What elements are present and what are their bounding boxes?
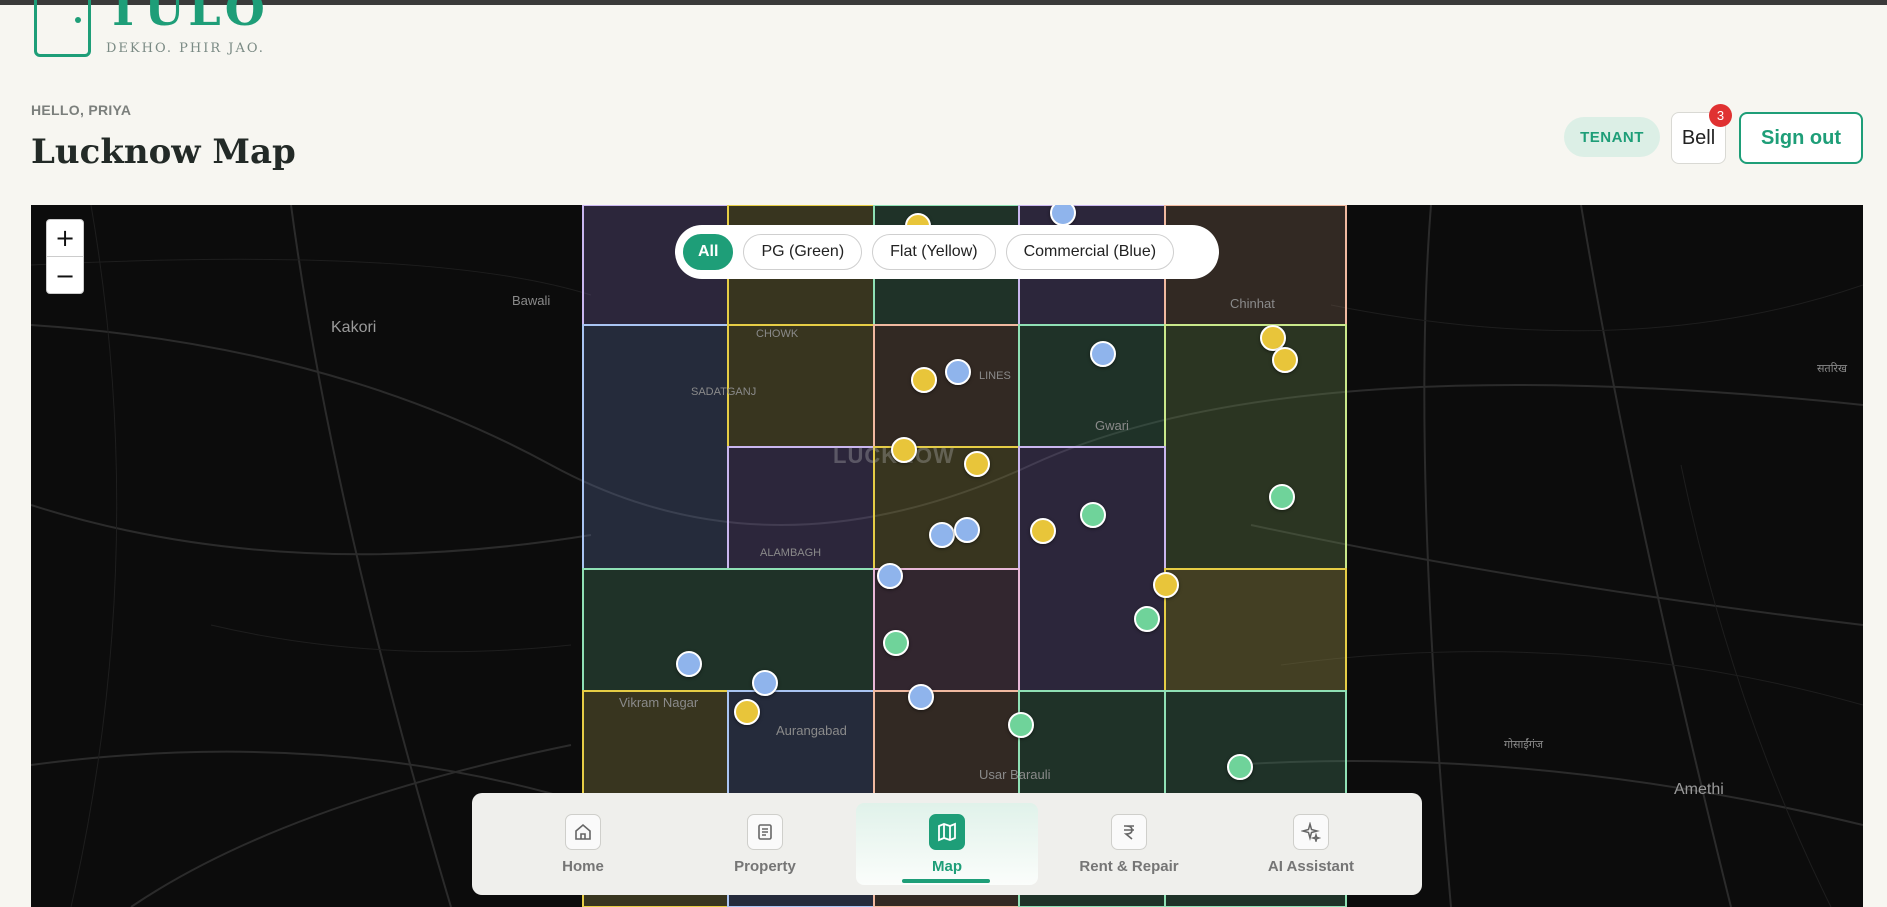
map-label-satrikh: सतरिख — [1817, 363, 1848, 375]
zoom-control: + − — [46, 219, 84, 294]
property-type-filter: All PG (Green) Flat (Yellow) Commercial … — [675, 225, 1219, 279]
map-label-aurangabad: Aurangabad — [776, 723, 847, 738]
top-edge-bar — [0, 0, 1887, 5]
map-marker-pg[interactable] — [1269, 484, 1295, 510]
nav-item-map[interactable]: Map — [856, 803, 1038, 885]
map-label-sadatganj: SADATGANJ — [691, 386, 757, 398]
map-marker-commercial[interactable] — [908, 684, 934, 710]
active-tab-indicator — [902, 879, 990, 883]
nav-item-ai-assistant[interactable]: AI Assistant — [1220, 803, 1402, 885]
filter-flat-chip[interactable]: Flat (Yellow) — [872, 234, 996, 270]
document-icon — [747, 813, 783, 850]
map-label-chowk: CHOWK — [756, 328, 799, 340]
nav-item-home[interactable]: Home — [492, 803, 674, 885]
map-marker-flat[interactable] — [734, 699, 760, 725]
map-marker-commercial[interactable] — [929, 522, 955, 548]
nav-label: AI Assistant — [1267, 857, 1355, 875]
map-label-vikram-nagar: Vikram Nagar — [619, 695, 699, 710]
map-label-usar-barauli: Usar Barauli — [979, 767, 1051, 782]
map-marker-flat[interactable] — [1272, 347, 1298, 373]
notification-count-badge: 3 — [1709, 104, 1732, 127]
bottom-navigation: Home Property Map Rent & Repair AI Assis… — [472, 793, 1422, 895]
sign-out-button[interactable]: Sign out — [1739, 112, 1863, 164]
brand-tagline: DEKHO. PHIR JAO. — [106, 41, 265, 56]
map-icon — [929, 813, 965, 850]
rupee-icon — [1111, 813, 1147, 850]
nav-label: Rent & Repair — [1079, 857, 1179, 875]
nav-item-rent-repair[interactable]: Rent & Repair — [1038, 803, 1220, 885]
map-marker-flat[interactable] — [891, 437, 917, 463]
map-label-lines: LINES — [979, 370, 1011, 382]
home-icon — [565, 813, 601, 850]
map-marker-flat[interactable] — [1153, 572, 1179, 598]
zoom-out-button[interactable]: − — [47, 257, 83, 294]
map-marker-commercial[interactable] — [1090, 341, 1116, 367]
map-marker-commercial[interactable] — [676, 651, 702, 677]
map-marker-pg[interactable] — [1008, 712, 1034, 738]
map-marker-pg[interactable] — [1080, 502, 1106, 528]
zoom-in-button[interactable]: + — [47, 220, 83, 257]
brand-name: TULO — [106, 0, 269, 36]
map-label-gwari: Gwari — [1095, 418, 1129, 433]
map-label-alambagh: ALAMBAGH — [760, 547, 822, 559]
map-label-chinhat: Chinhat — [1230, 296, 1275, 311]
map-marker-commercial[interactable] — [752, 670, 778, 696]
nav-label: Property — [734, 857, 796, 875]
nav-label: Map — [932, 857, 962, 875]
filter-all-chip[interactable]: All — [683, 234, 734, 270]
map-marker-pg[interactable] — [1227, 754, 1253, 780]
map-marker-commercial[interactable] — [877, 563, 903, 589]
filter-commercial-chip[interactable]: Commercial (Blue) — [1005, 234, 1175, 270]
greeting: HELLO, PRIYA — [31, 102, 132, 118]
map-marker-flat[interactable] — [911, 367, 937, 393]
map-marker-pg[interactable] — [883, 630, 909, 656]
page-title: Lucknow Map — [31, 132, 296, 172]
role-badge: TENANT — [1564, 117, 1660, 157]
map-marker-pg[interactable] — [1134, 606, 1160, 632]
map-label-gosainganj: गोसाईंगंज — [1504, 739, 1544, 751]
map-marker-commercial[interactable] — [945, 359, 971, 385]
logo-mark — [34, 0, 91, 57]
map-label-bawali: Bawali — [512, 293, 551, 308]
map-marker-flat[interactable] — [1030, 518, 1056, 544]
map-label-amethi: Amethi — [1674, 781, 1724, 798]
map-label-kakori: Kakori — [331, 319, 377, 336]
filter-pg-chip[interactable]: PG (Green) — [743, 234, 863, 270]
map-marker-commercial[interactable] — [954, 517, 980, 543]
sparkle-icon — [1293, 813, 1329, 850]
nav-item-property[interactable]: Property — [674, 803, 856, 885]
nav-label: Home — [562, 857, 604, 875]
map-marker-flat[interactable] — [964, 451, 990, 477]
